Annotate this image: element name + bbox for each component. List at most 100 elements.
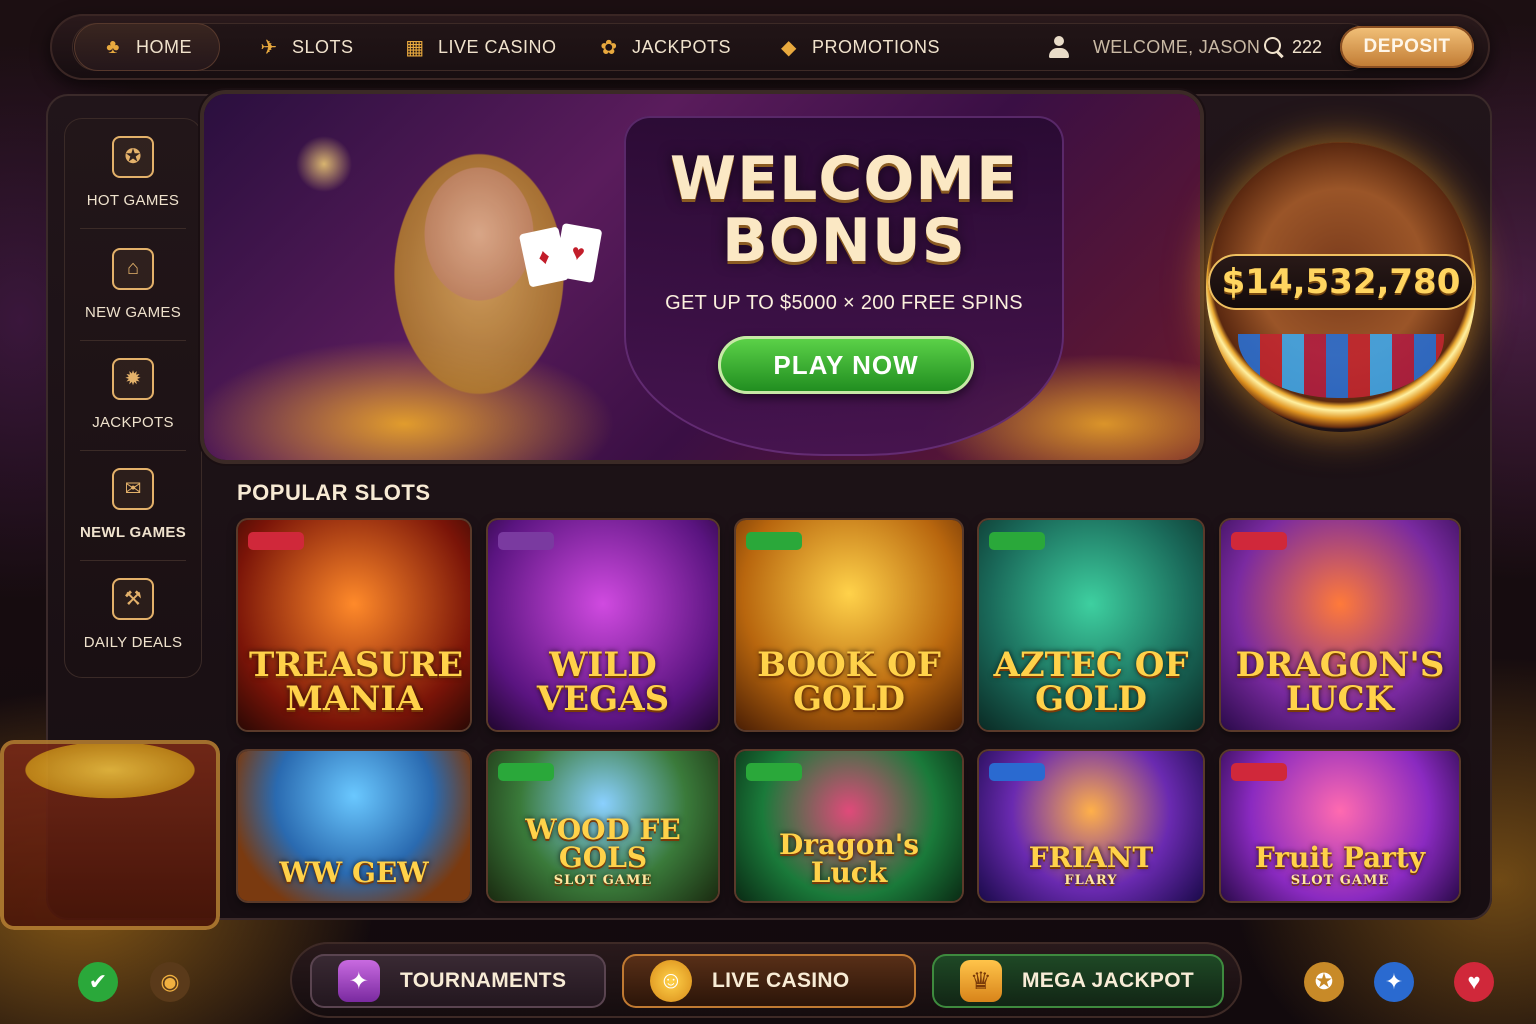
slot-tile[interactable]: Dragon's Luck	[736, 751, 962, 901]
mail-icon: ✉	[112, 467, 154, 510]
jackpots-icon: ✿	[600, 36, 618, 59]
slot-subtitle: SLOT GAME	[553, 873, 653, 888]
sidebar-item-label: NEWL GAMES	[79, 523, 187, 541]
slot-title-text: WOOD FE GOLS	[525, 813, 681, 874]
slot-badge	[498, 763, 554, 781]
slot-badge	[746, 763, 802, 781]
search-button[interactable]: 222	[1264, 23, 1322, 71]
slot-badge	[989, 532, 1045, 550]
promotions-icon: ◆	[781, 36, 797, 59]
slot-badge	[746, 532, 802, 550]
sidebar-item-newl-games[interactable]: ✉ NEWL GAMES	[64, 450, 202, 558]
jackpot-wheel[interactable]: $14,532,780	[1206, 142, 1476, 432]
nav-jackpots-label: JACKPOTS	[632, 36, 732, 57]
slot-title: AZTEC OF GOLD	[984, 648, 1198, 730]
deposit-button[interactable]: DEPOSIT	[1340, 26, 1474, 68]
nav-slots[interactable]: ✈ SLOTS	[256, 23, 354, 71]
slot-title: Fruit Party SLOT GAME	[1249, 844, 1431, 901]
slot-tile[interactable]: FRIANT FLARY	[979, 751, 1203, 901]
sidebar-item-label: HOT GAMES	[86, 191, 180, 209]
nav-pill: ♣ HOME ✈ SLOTS ▦ LIVE CASINO ✿ JACKPOTS …	[72, 23, 1372, 71]
slot-title: TREASURE MANIA	[243, 648, 465, 730]
live-casino-button[interactable]: ☺ LIVE CASINO	[622, 954, 916, 1008]
nav-jackpots[interactable]: ✿ JACKPOTS	[596, 23, 731, 71]
sidebar-item-jackpots[interactable]: ✹ JACKPOTS	[64, 340, 202, 448]
search-count: 222	[1292, 36, 1323, 57]
sidebar-item-daily-deals[interactable]: ⚒ DAILY DEALS	[64, 560, 202, 668]
nav-promotions[interactable]: ◆ PROMOTIONS	[776, 23, 940, 71]
nav-live-casino[interactable]: ▦ LIVE CASINO	[402, 23, 557, 71]
slot-tile[interactable]: Fruit Party SLOT GAME	[1221, 751, 1459, 901]
slot-tile[interactable]: WW GEW	[238, 751, 470, 901]
diamond-icon: ✦	[1374, 962, 1414, 1002]
slot-title: Dragon's Luck	[741, 831, 957, 901]
slot-tile[interactable]: AZTEC OF GOLD	[979, 520, 1203, 730]
treasure-chest-decoration	[0, 740, 220, 930]
slot-title-text: AZTEC OF GOLD	[993, 645, 1189, 719]
jackpot-amount: $14,532,780	[1208, 254, 1474, 310]
welcome-text: WELCOME, JASON	[1093, 36, 1261, 57]
top-navigation-bar: ♣ HOME ✈ SLOTS ▦ LIVE CASINO ✿ JACKPOTS …	[50, 14, 1490, 80]
user-welcome[interactable]: WELCOME, JASON	[1047, 23, 1260, 71]
slot-tile[interactable]: WILD VEGAS	[488, 520, 718, 730]
slot-tile[interactable]: TREASURE MANIA	[238, 520, 470, 730]
slot-tile[interactable]: DRAGON'S LUCK	[1221, 520, 1459, 730]
slot-tile[interactable]: WOOD FE GOLS SLOT GAME	[488, 751, 718, 901]
slot-badge	[1231, 532, 1287, 550]
nav-home-label: HOME	[136, 36, 192, 57]
sidebar-item-label: JACKPOTS	[92, 413, 174, 431]
playing-cards-image: ♦ ♥	[518, 222, 604, 288]
nav-slots-label: SLOTS	[292, 36, 354, 57]
nav-live-casino-label: LIVE CASINO	[438, 36, 557, 57]
slot-subtitle: SLOT GAME	[1290, 873, 1390, 888]
slot-subtitle: FLARY	[1064, 873, 1118, 888]
mega-jackpot-label: MEGA JACKPOT	[1022, 969, 1194, 992]
slot-title-text: WILD VEGAS	[536, 645, 670, 719]
slot-badge	[498, 532, 554, 550]
tournaments-icon: ✦	[338, 960, 380, 1002]
live-casino-label: LIVE CASINO	[712, 969, 850, 992]
bonus-subtitle: GET UP TO $5000 × 200 FREE SPINS	[665, 292, 1023, 314]
chip-icon: ✪	[1304, 962, 1344, 1002]
slot-badge	[989, 763, 1045, 781]
welcome-bonus-banner[interactable]: ♦ ♥ WELCOME BONUS GET UP TO $5000 × 200 …	[204, 94, 1200, 460]
slot-title-text: DRAGON'S LUCK	[1235, 645, 1445, 719]
slot-title: WW GEW	[273, 859, 434, 901]
mega-jackpot-icon: ♛	[960, 960, 1002, 1002]
bonus-title-line1: WELCOME	[669, 144, 1019, 214]
tournaments-button[interactable]: ✦ TOURNAMENTS	[310, 954, 606, 1008]
sidebar-item-new-games[interactable]: ⌂ NEW GAMES	[64, 230, 202, 338]
coin-icon: ◉	[150, 962, 190, 1002]
slot-title: WOOD FE GOLS SLOT GAME	[493, 816, 713, 901]
slot-badge	[1231, 763, 1287, 781]
user-icon	[1047, 35, 1071, 59]
sidebar-divider	[80, 228, 186, 229]
hot-games-icon: ✪	[112, 135, 154, 178]
slot-title-text: TREASURE MANIA	[249, 645, 464, 719]
live-casino-icon: ▦	[405, 36, 425, 59]
new-games-icon: ⌂	[112, 247, 154, 290]
slot-title: BOOK OF GOLD	[741, 648, 957, 730]
slot-title-text: BOOK OF GOLD	[757, 645, 941, 719]
check-icon: ✔	[78, 962, 118, 1002]
slots-icon: ✈	[260, 36, 278, 59]
sidebar-item-label: NEW GAMES	[84, 303, 182, 321]
wheel-segments	[1238, 334, 1444, 398]
slot-title: DRAGON'S LUCK	[1226, 648, 1454, 730]
slot-title: FRIANT FLARY	[1023, 844, 1159, 901]
search-icon	[1264, 37, 1284, 57]
popular-slots-heading: POPULAR SLOTS	[237, 480, 431, 505]
mega-jackpot-button[interactable]: ♛ MEGA JACKPOT	[932, 954, 1224, 1008]
home-icon: ♣	[106, 35, 120, 58]
sidebar-item-hot-games[interactable]: ✪ HOT GAMES	[64, 118, 202, 226]
bonus-title: WELCOME BONUS	[624, 148, 1064, 272]
heart-icon: ♥	[1454, 962, 1494, 1002]
nav-home[interactable]: ♣ HOME	[74, 23, 220, 71]
jackpots-icon: ✹	[112, 357, 154, 400]
hero-character-image	[354, 114, 604, 460]
daily-deals-icon: ⚒	[112, 577, 154, 620]
slot-tile[interactable]: BOOK OF GOLD	[736, 520, 962, 730]
nav-promotions-label: PROMOTIONS	[812, 36, 941, 57]
bonus-title-line2: BONUS	[722, 206, 966, 276]
play-now-button[interactable]: PLAY NOW	[718, 336, 974, 394]
